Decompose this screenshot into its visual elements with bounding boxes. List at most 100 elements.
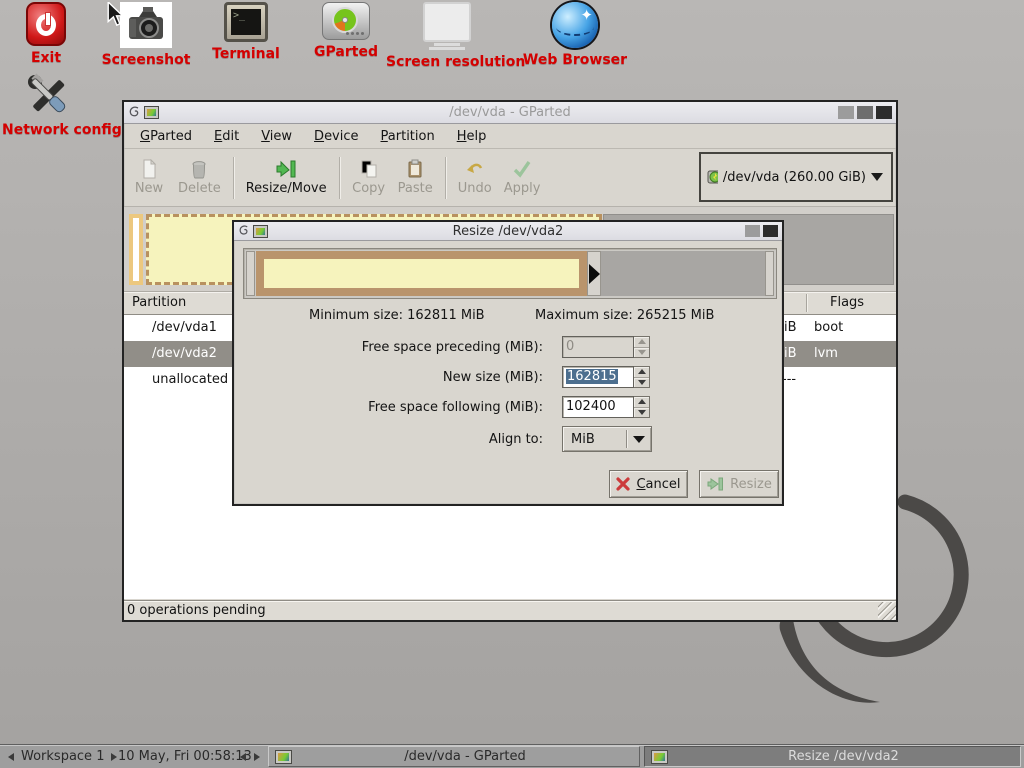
menu-partition[interactable]: Partition [371,126,445,147]
desktop-icon-web-browser[interactable]: ✦ Web Browser [512,2,638,68]
spinner-buttons[interactable] [634,336,650,358]
resize-move-button[interactable]: Resize/Move [240,154,333,202]
free-space-following-input[interactable]: 102400 [562,396,634,418]
taskbar-item-label: Resize /dev/vda2 [673,749,1014,764]
device-disk-icon [707,168,718,186]
spinner-buttons[interactable] [634,366,650,388]
resize-dialog: Resize /dev/vda2 Minimum size: 162811 Mi… [232,220,784,506]
menu-edit[interactable]: Edit [204,126,249,147]
desktop-icon-terminal[interactable]: >_ Terminal [196,2,296,62]
device-selector-value: /dev/vda (260.00 GiB) [723,170,866,185]
paste-button[interactable]: Paste [392,154,439,202]
copy-icon [359,159,379,179]
terminal-icon: >_ [196,2,296,42]
workspace-label: Workspace 1 [21,749,104,764]
copy-button[interactable]: Copy [346,154,392,202]
chevron-down-icon [633,436,645,443]
clock: 10 May, Fri 00:58:13 [118,745,252,768]
menu-gparted[interactable]: GParted [130,126,202,147]
window-title: /dev/vda - GParted [124,105,896,120]
gparted-app-icon [144,106,159,119]
selected-text: 162815 [566,369,618,384]
desktop-icon-label: Terminal [196,46,296,62]
gparted-app-icon [651,750,668,764]
toolbar-separator [233,157,234,199]
desktop-icon-exit[interactable]: Exit [8,2,84,66]
close-button[interactable] [876,106,892,119]
menu-device[interactable]: Device [304,126,368,147]
resize-free-space [601,251,767,296]
column-divider [806,294,807,312]
spinner-buttons[interactable] [634,396,650,418]
desktop-icon-label: Exit [8,50,84,66]
window-menu-swirl-icon[interactable] [128,105,141,120]
scroll-right-icon[interactable] [254,753,260,761]
toolbar-separator [339,157,340,199]
taskbar-item-gparted[interactable]: /dev/vda - GParted [268,746,640,767]
delete-button[interactable]: Delete [172,154,227,202]
menu-view[interactable]: View [251,126,302,147]
taskbar-item-resize-dialog[interactable]: Resize /dev/vda2 [644,746,1021,767]
resize-partition-block[interactable] [256,251,587,296]
desktop: { "desktop": { "icons": [ { "id": "exit"… [0,0,1024,768]
gparted-app-icon [275,750,292,764]
workspace-next-icon[interactable] [111,753,117,761]
desktop-icon-gparted[interactable]: GParted [296,2,396,60]
toolbar: New Delete Resize/Move Copy Paste Undo A… [124,149,896,207]
desktop-icon-screen-resolution[interactable]: Screen resolution [386,2,508,70]
resize-move-icon [275,159,297,179]
size-fragment: --- [782,372,796,387]
resize-grip[interactable] [878,602,896,620]
mouse-cursor [106,2,126,28]
desktop-icon-network-config[interactable]: Network config [2,72,94,138]
power-icon [8,2,84,46]
resize-dialog-titlebar[interactable]: Resize /dev/vda2 [234,222,782,241]
desktop-icon-label: Network config [2,122,94,138]
apply-check-icon [512,159,532,179]
apply-button[interactable]: Apply [498,154,547,202]
dialog-title: Resize /dev/vda2 [234,224,782,239]
device-selector[interactable]: /dev/vda (260.00 GiB) [699,152,893,202]
field-label: Free space preceding (MiB): [362,340,543,355]
new-button[interactable]: New [126,154,172,202]
status-text: 0 operations pending [127,603,266,618]
maximize-button[interactable] [745,225,760,237]
task-scroll-arrows[interactable] [240,745,260,768]
taskbar-item-label: /dev/vda - GParted [297,749,633,764]
resize-left-grip[interactable] [246,251,255,296]
undo-button[interactable]: Undo [452,154,498,202]
workspace-prev-icon[interactable] [8,753,14,761]
maximum-size-label: Maximum size: 265215 MiB [535,308,714,323]
menu-help[interactable]: Help [447,126,497,147]
monitor-icon [386,2,508,50]
desktop-icon-label: GParted [296,44,396,60]
minimum-size-label: Minimum size: 162811 MiB [309,308,485,323]
resize-right-grip[interactable] [765,251,774,296]
status-bar: 0 operations pending [124,600,896,620]
resize-button[interactable]: Resize [699,470,779,498]
column-header-flags[interactable]: Flags [830,295,864,310]
gparted-app-icon [253,225,268,238]
maximize-button[interactable] [857,106,873,119]
resize-slider-widget [243,248,777,299]
minimize-button[interactable] [838,106,854,119]
workspace-pager[interactable]: Workspace 1 [8,745,117,768]
cancel-button[interactable]: Cancel [609,470,688,498]
window-menu-swirl-icon[interactable] [238,224,250,238]
resize-right-handle[interactable] [587,251,601,296]
close-button[interactable] [763,225,778,237]
field-row-new-size: New size (MiB): 162815 [234,366,782,392]
partition-name: unallocated [152,372,228,387]
free-space-preceding-input[interactable]: 0 [562,336,634,358]
globe-icon: ✦ [512,2,638,48]
new-size-input[interactable]: 162815 [562,366,634,388]
column-header-partition[interactable]: Partition [132,295,186,310]
gparted-titlebar[interactable]: /dev/vda - GParted [124,102,896,124]
align-to-dropdown[interactable]: MiB [562,426,652,452]
size-fragment: iB [784,320,797,335]
cancel-x-icon [616,477,630,491]
scroll-left-icon[interactable] [240,753,246,761]
size-fragment: iB [784,346,797,361]
field-row-align: Align to: MiB [234,426,782,452]
partition-visual-vda1[interactable] [129,214,143,285]
